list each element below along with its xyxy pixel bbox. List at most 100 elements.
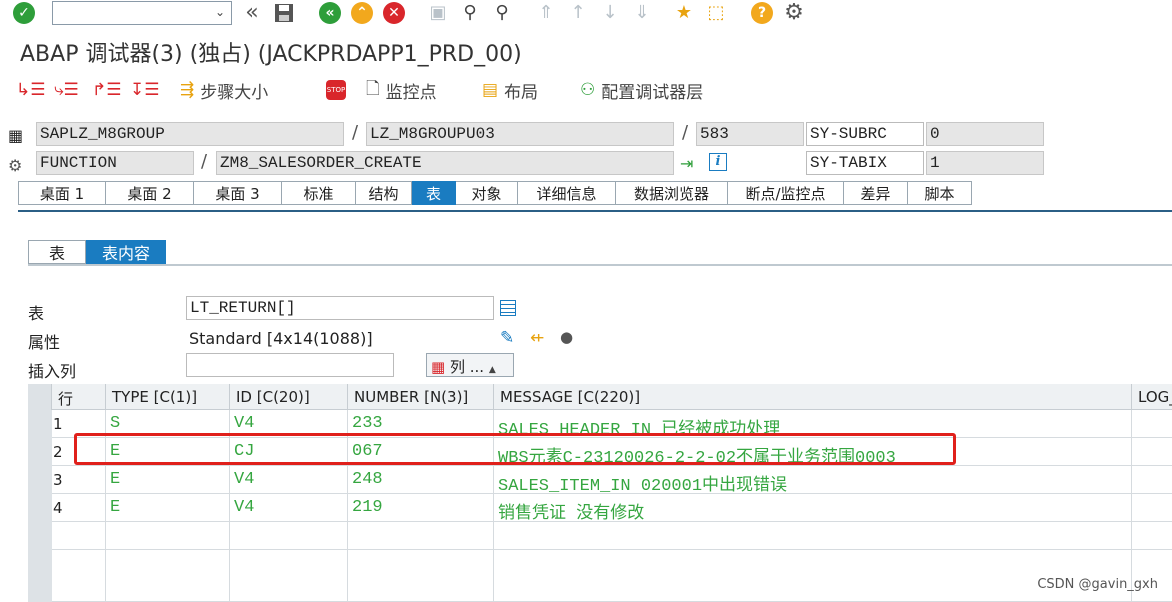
table-row-empty[interactable]	[28, 522, 1172, 550]
stop-icon: STOP	[326, 80, 346, 100]
tab-underline	[18, 210, 1172, 212]
help-icon[interactable]: ?	[750, 1, 774, 25]
tab-desktop-3[interactable]: 桌面 3	[194, 181, 282, 205]
watermark: CSDN @gavin_gxh	[1037, 577, 1158, 592]
tab-details[interactable]: 详细信息	[518, 181, 616, 205]
cell-type[interactable]	[106, 550, 230, 602]
back-icon[interactable]: «	[318, 1, 342, 25]
split-icon[interactable]: ⇷	[530, 328, 544, 348]
hat-icon[interactable]: ●	[560, 328, 573, 346]
find-icon[interactable]: ⚲	[458, 1, 482, 25]
step-into-icon[interactable]: ↳☰	[16, 78, 45, 102]
event-field: ZM8_SALESORDER_CREATE	[216, 151, 674, 175]
table-row[interactable]: 3 E V4 248 SALES_ITEM_IN 020001中出现错误	[28, 466, 1172, 496]
step-size-button[interactable]: ⇶ 步骤大小	[180, 78, 268, 103]
last-page-icon[interactable]: ⇓	[630, 1, 654, 25]
create-session-icon[interactable]: ★	[672, 1, 696, 25]
column-header-number[interactable]: NUMBER [N(3)]	[348, 384, 494, 410]
shortcut-icon[interactable]: ⬚	[704, 1, 728, 25]
command-field[interactable]: ⌄	[52, 1, 232, 25]
return-icon[interactable]: ↱☰	[92, 78, 121, 102]
tab-table[interactable]: 表	[412, 181, 456, 205]
column-header-log[interactable]: LOG_	[1132, 384, 1172, 410]
row-selector-header[interactable]	[28, 384, 52, 410]
row-selector[interactable]	[28, 522, 52, 550]
cell-number[interactable]: 248	[348, 466, 494, 494]
step-over-icon[interactable]: ⤷☰	[54, 78, 79, 102]
watchpoints-button[interactable]: 🗋 监控点	[366, 78, 437, 103]
stop-button[interactable]: STOP	[326, 78, 346, 102]
find-next-icon[interactable]: ⚲	[490, 1, 514, 25]
column-header-row[interactable]: 行	[52, 384, 106, 410]
insert-column-input[interactable]	[186, 353, 394, 377]
column-header-type[interactable]: TYPE [C(1)]	[106, 384, 230, 410]
cell-id[interactable]: V4	[230, 466, 348, 494]
info-icon[interactable]: i	[709, 153, 727, 171]
tab-standard[interactable]: 标准	[282, 181, 356, 205]
pencil-icon[interactable]: ✎	[500, 328, 514, 348]
table-subtabs: 表 表内容	[28, 240, 166, 264]
row-selector[interactable]	[28, 494, 52, 522]
chevrons-left-icon[interactable]: «	[240, 1, 264, 25]
cell-id[interactable]: V4	[230, 494, 348, 522]
tab-data-explorer[interactable]: 数据浏览器	[616, 181, 728, 205]
table-row-empty[interactable]	[28, 550, 1172, 602]
prev-page-icon[interactable]: ↑	[566, 1, 590, 25]
tab-structure[interactable]: 结构	[356, 181, 412, 205]
settings-icon[interactable]: ⚙	[782, 1, 806, 25]
cancel-icon[interactable]: ✕	[382, 1, 406, 25]
tab-script[interactable]: 脚本	[908, 181, 972, 205]
configure-layers-label: 配置调试器层	[601, 82, 704, 103]
up-icon[interactable]: ⌃	[350, 1, 374, 25]
user-config-icon: ⚇	[580, 80, 596, 100]
check-icon[interactable]: ✓	[12, 1, 36, 25]
print-icon[interactable]: ▣	[426, 1, 450, 25]
chevron-down-icon[interactable]: ⌄	[215, 5, 225, 19]
cell-type[interactable]	[106, 522, 230, 550]
subtab-table[interactable]: 表	[28, 240, 86, 264]
cell-message[interactable]: SALES_ITEM_IN 020001中出现错误	[494, 466, 1132, 496]
columns-button[interactable]: ▦ 列 ... ▲	[426, 353, 514, 377]
continue-icon[interactable]: ↧☰	[130, 78, 159, 102]
columns-button-label: 列 ...	[449, 358, 485, 376]
table-name-input[interactable]: LT_RETURN[]	[186, 296, 494, 320]
cell-type[interactable]: E	[106, 466, 230, 494]
cell-message[interactable]	[494, 550, 1132, 602]
row-selector[interactable]	[28, 466, 52, 494]
column-header-id[interactable]: ID [C(20)]	[230, 384, 348, 410]
row-selector[interactable]	[28, 550, 52, 602]
row-selector[interactable]	[28, 438, 52, 466]
first-page-icon[interactable]: ⇑	[534, 1, 558, 25]
cell-message[interactable]: 销售凭证 没有修改	[494, 494, 1132, 524]
row-number	[52, 550, 106, 602]
tab-breakpoints[interactable]: 断点/监控点	[728, 181, 844, 205]
table-icon[interactable]	[500, 300, 516, 316]
step-size-icon: ⇶	[180, 80, 195, 100]
cell-type[interactable]: E	[106, 494, 230, 522]
dropdown-icon: ▲	[488, 365, 496, 375]
configure-layers-button[interactable]: ⚇ 配置调试器层	[580, 78, 704, 103]
attributes-label: 属性	[28, 333, 61, 352]
grid-header: 行 TYPE [C(1)] ID [C(20)] NUMBER [N(3)] M…	[28, 384, 1172, 410]
save-icon[interactable]	[272, 1, 296, 25]
cell-id[interactable]	[230, 522, 348, 550]
next-page-icon[interactable]: ↓	[598, 1, 622, 25]
sy-tabix-label: SY-TABIX	[806, 151, 924, 175]
tab-desktop-1[interactable]: 桌面 1	[18, 181, 106, 205]
column-header-message[interactable]: MESSAGE [C(220)]	[494, 384, 1132, 410]
tab-diff[interactable]: 差异	[844, 181, 908, 205]
cell-number[interactable]: 219	[348, 494, 494, 522]
subtab-table-contents[interactable]: 表内容	[86, 240, 166, 264]
table-row[interactable]: 4 E V4 219 销售凭证 没有修改	[28, 494, 1172, 524]
tab-desktop-2[interactable]: 桌面 2	[106, 181, 194, 205]
cell-number[interactable]	[348, 550, 494, 602]
subtab-underline	[28, 264, 1172, 266]
row-selector[interactable]	[28, 410, 52, 438]
program-field: SAPLZ_M8GROUP	[36, 122, 344, 146]
cell-id[interactable]	[230, 550, 348, 602]
cell-number[interactable]	[348, 522, 494, 550]
layout-button[interactable]: ▤ 布局	[482, 78, 538, 103]
source-icon[interactable]: ⇥	[680, 154, 693, 173]
tab-objects[interactable]: 对象	[456, 181, 518, 205]
cell-message[interactable]	[494, 522, 1132, 550]
